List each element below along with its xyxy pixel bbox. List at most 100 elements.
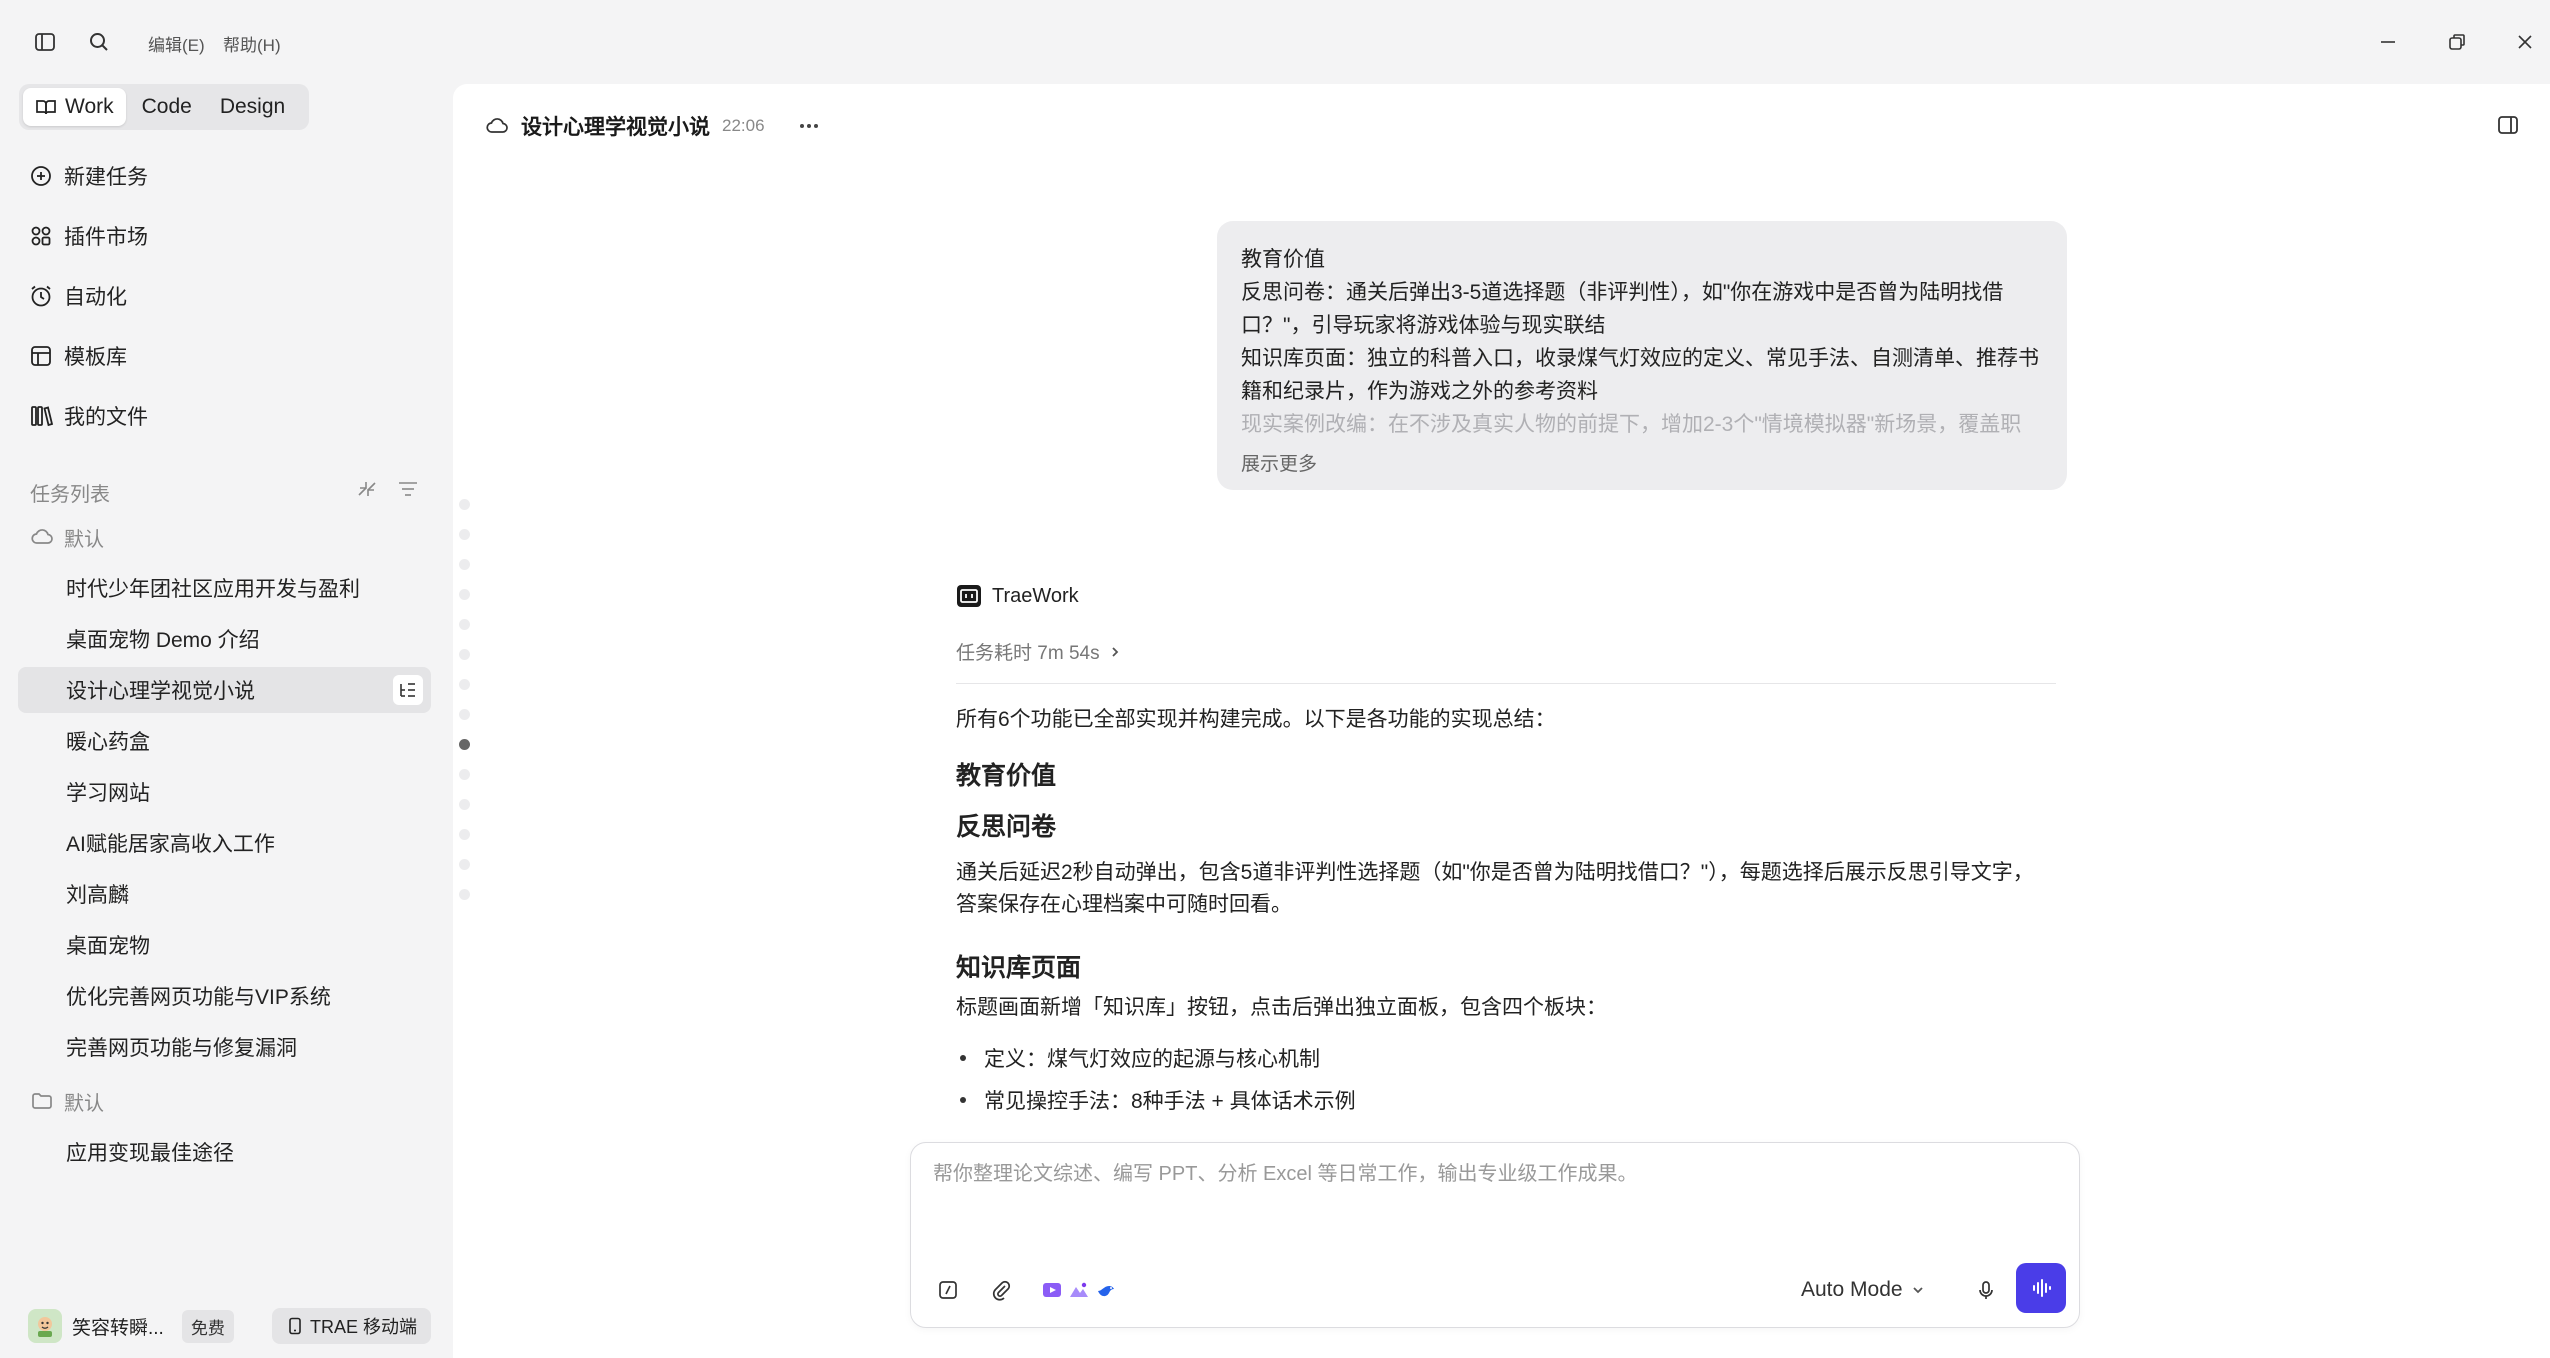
show-more-link[interactable]: 展示更多 (1241, 449, 1317, 476)
phone-icon (289, 1317, 301, 1335)
task-outline-icon[interactable] (393, 675, 423, 705)
microphone-icon[interactable] (1969, 1273, 2003, 1307)
scroll-dot[interactable] (459, 529, 470, 540)
mode-switch: Work Code Design (19, 84, 309, 130)
user-message-line: 反思问卷：通关后弹出3-5道选择题（非评判性），如"你在游戏中是否曾为陆明找借 (1241, 281, 2004, 304)
search-icon[interactable] (81, 24, 117, 60)
task-item[interactable]: 完善网页功能与修复漏洞 (18, 1024, 431, 1070)
task-duration[interactable]: 任务耗时 7m 54s (956, 638, 1122, 665)
mobile-app-label: TRAE 移动端 (310, 1317, 418, 1337)
minimize-icon[interactable] (2368, 22, 2408, 62)
nav-my-files-label: 我的文件 (64, 406, 148, 429)
assistant-header: TraeWork (956, 581, 1079, 611)
mode-work-button[interactable]: Work (23, 88, 126, 126)
more-options-icon[interactable] (797, 114, 821, 138)
nav-templates[interactable]: 模板库 (28, 336, 127, 376)
user-message-line: 现实案例改编：在不涉及真实人物的前提下，增加2-3个"情境模拟器"新场景，覆盖职 (1241, 413, 2022, 436)
cloud-icon (31, 529, 53, 544)
bird-tool-icon[interactable] (1093, 1273, 1119, 1307)
scroll-dot[interactable] (459, 859, 470, 870)
image-tool-icon[interactable] (1066, 1273, 1092, 1307)
collapse-icon[interactable] (354, 476, 380, 502)
user-profile[interactable]: 笑容转瞬... 免费 (28, 1306, 234, 1346)
traework-logo-icon (957, 585, 981, 607)
group-default-cloud[interactable]: 默认 (30, 521, 104, 553)
task-item[interactable]: 时代少年团社区应用开发与盈利 (18, 565, 431, 611)
assistant-heading: 知识库页面 (956, 954, 1082, 982)
scroll-dot[interactable] (459, 769, 470, 780)
chevron-down-icon (1912, 1287, 1923, 1294)
assistant-paragraph: 答案保存在心理档案中可随时回看。 (956, 893, 1292, 916)
scroll-dot[interactable] (459, 499, 470, 510)
assistant-paragraph: 通关后延迟2秒自动弹出，包含5道非评判性选择题（如"你是否曾为陆明找借口？"），… (956, 861, 2034, 884)
scroll-dot[interactable] (459, 829, 470, 840)
task-item[interactable]: 应用变现最佳途径 (18, 1129, 431, 1175)
attachment-icon[interactable] (984, 1273, 1018, 1307)
group-default-label: 默认 (64, 1092, 104, 1115)
folder-icon (32, 1093, 52, 1109)
title-bar: 编辑(E) 帮助(H) (0, 0, 2550, 84)
voice-send-button[interactable] (2016, 1263, 2066, 1313)
close-icon[interactable] (2505, 22, 2545, 62)
user-message-line: 口？"，引导玩家将游戏体验与现实联结 (1241, 314, 1606, 337)
task-item[interactable]: AI赋能居家高收入工作 (18, 820, 431, 866)
chevron-right-icon (1111, 646, 1118, 657)
sidebar-toggle-icon[interactable] (27, 24, 63, 60)
user-message-line: 教育价值 (1241, 248, 1325, 271)
files-icon (31, 406, 54, 427)
mode-code-button[interactable]: Code (130, 88, 204, 126)
group-default-label: 默认 (64, 528, 104, 551)
task-item[interactable]: 优化完善网页功能与VIP系统 (18, 973, 431, 1019)
header-time: 22:06 (722, 116, 765, 135)
book-icon (36, 100, 56, 115)
task-item-active[interactable]: 设计心理学视觉小说 (18, 667, 431, 713)
task-item[interactable]: 桌面宠物 (18, 922, 431, 968)
mobile-app-button[interactable]: TRAE 移动端 (272, 1308, 432, 1344)
restore-icon[interactable] (2437, 22, 2477, 62)
group-default-folder[interactable]: 默认 (30, 1085, 104, 1117)
task-item[interactable]: 桌面宠物 Demo 介绍 (18, 616, 431, 662)
nav-templates-label: 模板库 (64, 346, 127, 369)
mode-design-button[interactable]: Design (208, 88, 297, 126)
scroll-dot[interactable] (459, 889, 470, 900)
scroll-dot[interactable] (459, 799, 470, 810)
task-list-label: 任务列表 (30, 484, 110, 506)
avatar (28, 1309, 62, 1343)
user-message-line: 知识库页面：独立的科普入口，收录煤气灯效应的定义、常见手法、自测清单、推荐书 (1241, 347, 2039, 370)
task-item[interactable]: 暖心药盒 (18, 718, 431, 764)
list-item: 常见操控手法：8种手法 + 具体话术示例 (956, 1083, 1356, 1117)
menu-edit[interactable]: 编辑(E) (148, 31, 205, 56)
video-tool-icon[interactable] (1039, 1273, 1065, 1307)
list-item: 定义：煤气灯效应的起源与核心机制 (956, 1041, 1320, 1075)
menu-help[interactable]: 帮助(H) (223, 31, 281, 56)
nav-plugin-market[interactable]: 插件市场 (28, 216, 148, 256)
scroll-dot-active[interactable] (459, 739, 470, 750)
plus-circle-icon (31, 166, 51, 186)
plugins-icon (31, 226, 51, 246)
task-item[interactable]: 学习网站 (18, 769, 431, 815)
scroll-dot[interactable] (459, 709, 470, 720)
right-panel-toggle-icon[interactable] (2493, 110, 2523, 140)
mode-work-label: Work (65, 95, 114, 118)
cloud-icon (486, 118, 508, 133)
nav-automation[interactable]: 自动化 (28, 276, 127, 316)
user-name: 笑容转瞬... (72, 1317, 164, 1339)
scroll-dot[interactable] (459, 559, 470, 570)
assistant-heading: 教育价值 (956, 762, 1057, 790)
scroll-dot[interactable] (459, 589, 470, 600)
nav-plugin-market-label: 插件市场 (64, 226, 148, 249)
assistant-heading: 反思问卷 (956, 813, 1057, 841)
scroll-dot[interactable] (459, 619, 470, 630)
filter-icon[interactable] (395, 476, 421, 502)
prompt-input[interactable] (933, 1163, 2053, 1186)
task-item[interactable]: 刘高麟 (18, 871, 431, 917)
scroll-dot[interactable] (459, 679, 470, 690)
nav-my-files[interactable]: 我的文件 (28, 396, 148, 436)
slash-command-icon[interactable] (931, 1273, 965, 1307)
mode-select[interactable]: Auto Mode (1801, 1273, 1925, 1307)
scroll-dot[interactable] (459, 649, 470, 660)
nav-new-task[interactable]: 新建任务 (28, 156, 148, 196)
nav-automation-label: 自动化 (64, 286, 127, 309)
template-icon (31, 346, 51, 366)
waveform-icon (2033, 1279, 2051, 1297)
